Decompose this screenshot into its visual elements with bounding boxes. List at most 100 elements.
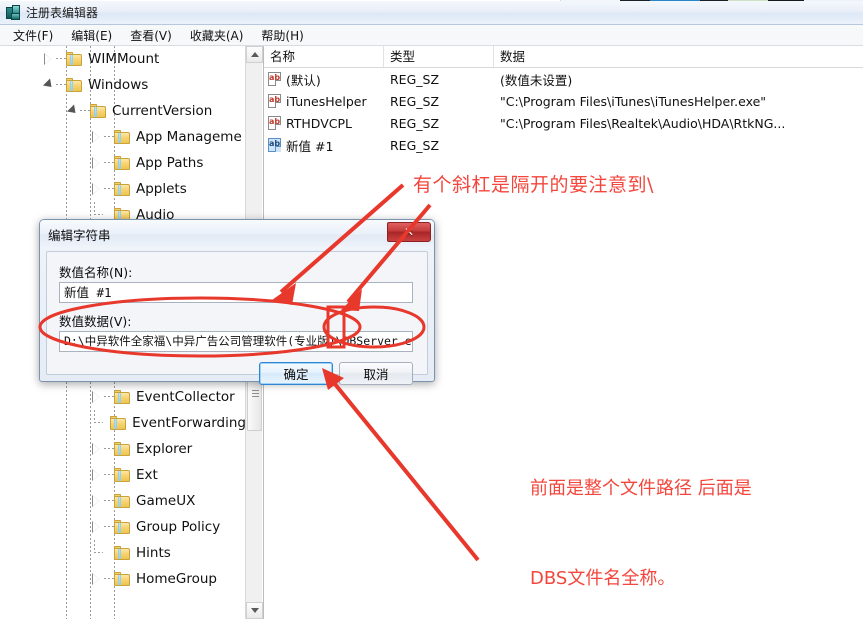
tree-connector: [104, 176, 114, 202]
chevron-right-icon[interactable]: [90, 176, 104, 202]
annotation-bottom-text: 前面是整个文件路径 后面是 DBS文件名全称。: [530, 414, 752, 619]
folder-icon: [114, 389, 131, 405]
value-name-cell[interactable]: ab RTHDVCPL: [264, 116, 384, 131]
value-data-cell: (数值未设置): [500, 72, 573, 88]
tree-node[interactable]: HomeGroup: [0, 566, 246, 592]
tree-node[interactable]: WIMMount: [0, 46, 246, 72]
column-header-data[interactable]: 数据: [494, 46, 863, 67]
folder-icon: [66, 51, 83, 67]
tree-node[interactable]: CurrentVersion: [0, 98, 246, 124]
tree-node-label: App Paths: [136, 155, 204, 171]
table-row[interactable]: ab RTHDVCPL REG_SZ "C:\Program Files\Realte…: [264, 112, 863, 134]
folder-icon: [114, 545, 131, 561]
string-value-icon: ab: [268, 138, 282, 152]
values-column-header[interactable]: 名称 类型 数据: [264, 46, 863, 68]
tree-node[interactable]: Windows: [0, 72, 246, 98]
value-name-cell[interactable]: ab 新值 #1: [264, 136, 384, 155]
tree-connector: [104, 384, 114, 410]
folder-icon: [114, 129, 131, 145]
cancel-button[interactable]: 取消: [339, 362, 413, 385]
chevron-right-icon[interactable]: [90, 488, 104, 514]
ok-button[interactable]: 确定: [259, 362, 333, 385]
menubar: 文件(F) 编辑(E) 查看(V) 收藏夹(A) 帮助(H): [0, 25, 863, 46]
value-type-cell: REG_SZ: [390, 137, 440, 153]
chevron-right-icon[interactable]: [90, 514, 104, 540]
chevron-down-icon[interactable]: [42, 72, 56, 98]
menu-help[interactable]: 帮助(H): [252, 25, 312, 46]
tree-node-label: HomeGroup: [136, 571, 217, 587]
string-value-icon: ab: [268, 72, 282, 86]
tree-connector: [90, 410, 104, 436]
folder-icon: [114, 519, 131, 535]
string-value-icon: ab: [268, 94, 282, 108]
scroll-down-icon[interactable]: [246, 602, 263, 619]
tree-node[interactable]: App Manageme: [0, 124, 246, 150]
chevron-right-icon[interactable]: [90, 566, 104, 592]
dialog-title: 编辑字符串: [48, 228, 111, 243]
values-list[interactable]: ab (默认) REG_SZ (数值未设置) ab iTunesHelper REG_SZ "…: [264, 68, 863, 156]
value-name-cell[interactable]: ab iTunesHelper: [264, 94, 384, 109]
string-value-icon: ab: [268, 116, 282, 130]
value-data-cell: "C:\Program Files\iTunes\iTunesHelper.ex…: [500, 93, 767, 109]
tree-connector: [104, 488, 114, 514]
scroll-up-icon[interactable]: [246, 46, 263, 63]
value-name-label: 数值名称(N):: [59, 265, 133, 280]
folder-icon: [114, 571, 131, 587]
column-header-type[interactable]: 类型: [384, 46, 494, 67]
menu-edit[interactable]: 编辑(E): [62, 25, 121, 46]
tree-node-label: CurrentVersion: [112, 103, 213, 119]
tree-node[interactable]: Hints: [0, 540, 246, 566]
value-name-input[interactable]: 新值 #1: [59, 282, 413, 303]
chevron-right-icon[interactable]: [90, 436, 104, 462]
tree-node[interactable]: GameUX: [0, 488, 246, 514]
tree-connector: [56, 46, 66, 72]
chevron-right-icon[interactable]: [90, 150, 104, 176]
menu-view[interactable]: 查看(V): [121, 25, 181, 46]
folder-icon: [66, 77, 83, 93]
chevron-down-icon[interactable]: [66, 98, 80, 124]
column-header-name[interactable]: 名称: [264, 46, 384, 67]
edit-string-dialog[interactable]: 编辑字符串 ✕ 数值名称(N): 新值 #1 数值数据(V): D:\中异软件全…: [39, 219, 435, 385]
value-name-cell[interactable]: ab (默认): [264, 70, 384, 89]
menu-file[interactable]: 文件(F): [4, 25, 62, 46]
tree-connector: [104, 462, 114, 488]
tree-connector: [104, 436, 114, 462]
tree-connector: [90, 540, 104, 566]
table-row[interactable]: ab (默认) REG_SZ (数值未设置): [264, 68, 863, 90]
value-name-text: iTunesHelper: [286, 93, 367, 109]
close-icon[interactable]: ✕: [387, 222, 431, 242]
dialog-body: 数值名称(N): 新值 #1 数值数据(V): D:\中异软件全家福\中异广告公…: [46, 251, 428, 385]
tree-node-label: WIMMount: [88, 51, 160, 67]
value-type-cell: REG_SZ: [390, 71, 440, 87]
chevron-right-icon[interactable]: [90, 124, 104, 150]
tree-connector: [80, 98, 90, 124]
value-data-input[interactable]: D:\中异软件全家福\中异广告公司管理软件(专业版)\DBServer.exe: [59, 331, 413, 352]
folder-icon: [114, 441, 131, 457]
folder-icon: [114, 155, 131, 171]
tree-node-label: Hints: [136, 545, 171, 561]
chevron-right-icon[interactable]: [90, 384, 104, 410]
table-row[interactable]: ab 新值 #1 REG_SZ: [264, 134, 863, 156]
menu-favorites[interactable]: 收藏夹(A): [181, 25, 253, 46]
value-name-text: RTHDVCPL: [286, 115, 352, 131]
annotation-top-text: 有个斜杠是隔开的要注意到\: [413, 174, 654, 196]
tree-node[interactable]: App Paths: [0, 150, 246, 176]
tree-node[interactable]: Group Policy: [0, 514, 246, 540]
folder-icon: [110, 415, 127, 431]
tree-node[interactable]: Explorer: [0, 436, 246, 462]
folder-icon: [114, 181, 131, 197]
value-type-cell: REG_SZ: [390, 93, 440, 109]
tree-node-label: EventForwarding: [132, 415, 246, 431]
tree-node-label: Explorer: [136, 441, 193, 457]
folder-icon: [90, 103, 107, 119]
tree-node[interactable]: EventForwarding: [0, 410, 246, 436]
chevron-right-icon[interactable]: [90, 462, 104, 488]
tree-node[interactable]: Applets: [0, 176, 246, 202]
tree-node[interactable]: EventCollector: [0, 384, 246, 410]
tree-node-label: Ext: [136, 467, 158, 483]
table-row[interactable]: ab iTunesHelper REG_SZ "C:\Program Files\iT…: [264, 90, 863, 112]
tree-node-label: Applets: [136, 181, 187, 197]
value-type-cell: REG_SZ: [390, 115, 440, 131]
chevron-right-icon[interactable]: [42, 46, 56, 72]
tree-node[interactable]: Ext: [0, 462, 246, 488]
